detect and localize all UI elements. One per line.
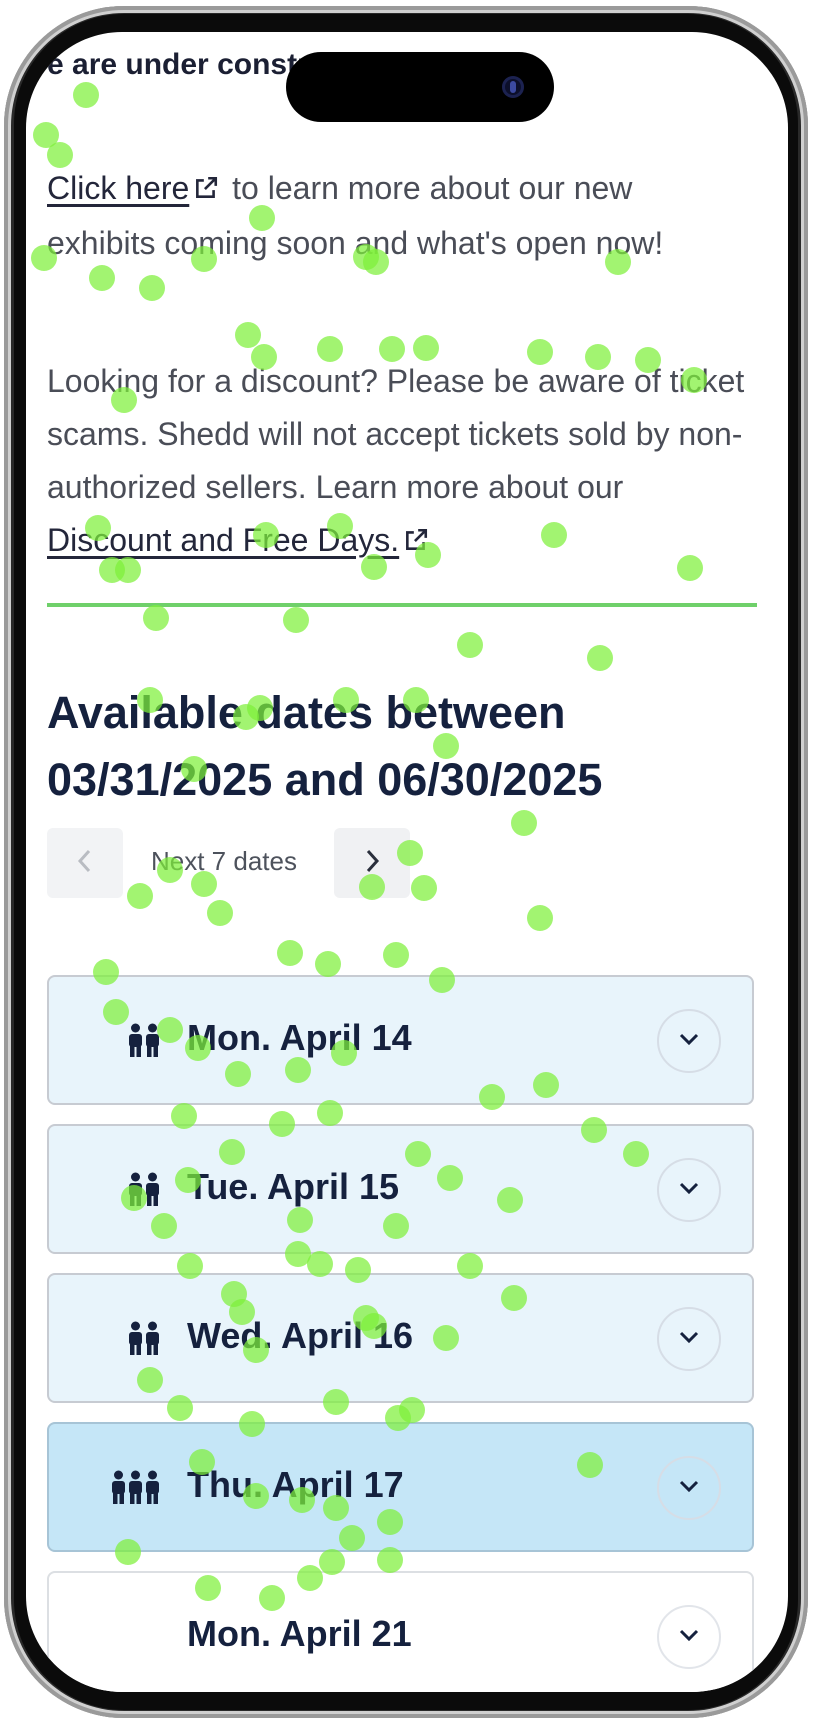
person-icon xyxy=(145,1321,160,1359)
click-here-link[interactable]: Click here xyxy=(47,170,189,206)
external-link-icon xyxy=(403,516,429,569)
person-icon xyxy=(145,1172,160,1210)
crowd-level-icon xyxy=(128,1172,160,1210)
person-icon xyxy=(111,1470,126,1508)
exhibits-paragraph: Click here to learn more about our new e… xyxy=(47,162,747,270)
date-row[interactable]: Thu. April 17 xyxy=(47,1422,754,1552)
crowd-level-icon xyxy=(111,1470,160,1508)
chevron-down-icon xyxy=(677,1329,701,1349)
chevron-left-icon xyxy=(75,847,95,879)
date-label: Mon. April 14 xyxy=(187,1017,412,1058)
date-label: Thu. April 17 xyxy=(187,1464,404,1505)
crowd-level-icon xyxy=(128,1321,160,1359)
person-icon xyxy=(145,1470,160,1508)
expand-date-button[interactable] xyxy=(657,1605,721,1669)
camera-icon xyxy=(502,76,524,98)
date-pager: Next 7 dates xyxy=(47,828,447,900)
external-link-icon xyxy=(193,164,219,217)
date-row[interactable]: Mon. April 21 xyxy=(47,1571,754,1692)
date-label: Tue. April 15 xyxy=(187,1166,400,1207)
date-row[interactable]: Wed. April 16 xyxy=(47,1273,754,1403)
date-row[interactable]: Tue. April 15 xyxy=(47,1124,754,1254)
next-dates-button[interactable] xyxy=(334,828,410,898)
chevron-down-icon xyxy=(677,1031,701,1051)
expand-date-button[interactable] xyxy=(657,1009,721,1073)
person-icon xyxy=(128,1321,143,1359)
expand-date-button[interactable] xyxy=(657,1158,721,1222)
discount-paragraph: Looking for a discount? Please be aware … xyxy=(47,355,747,569)
chevron-right-icon xyxy=(362,847,382,879)
chevron-down-icon xyxy=(677,1478,701,1498)
person-icon xyxy=(145,1023,160,1061)
person-icon xyxy=(128,1470,143,1508)
previous-dates-button[interactable] xyxy=(47,828,123,898)
person-icon xyxy=(128,1172,143,1210)
expand-date-button[interactable] xyxy=(657,1456,721,1520)
chevron-down-icon xyxy=(677,1180,701,1200)
expand-date-button[interactable] xyxy=(657,1307,721,1371)
crowd-level-icon xyxy=(128,1023,160,1061)
person-icon xyxy=(128,1023,143,1061)
pager-label: Next 7 dates xyxy=(151,846,297,876)
chevron-down-icon xyxy=(677,1627,701,1647)
date-row[interactable]: Mon. April 14 xyxy=(47,975,754,1105)
section-divider xyxy=(47,603,757,607)
discount-paragraph-text: Looking for a discount? Please be aware … xyxy=(47,363,745,505)
date-label: Wed. April 16 xyxy=(187,1315,414,1356)
dynamic-island xyxy=(286,52,554,122)
device-frame: e are under construction! Click here to … xyxy=(0,0,816,1724)
screen: e are under construction! Click here to … xyxy=(26,32,788,1692)
date-label: Mon. April 21 xyxy=(187,1613,412,1654)
discount-free-days-link[interactable]: Discount and Free Days. xyxy=(47,522,399,558)
available-dates-heading: Available dates between 03/31/2025 and 0… xyxy=(47,687,603,805)
